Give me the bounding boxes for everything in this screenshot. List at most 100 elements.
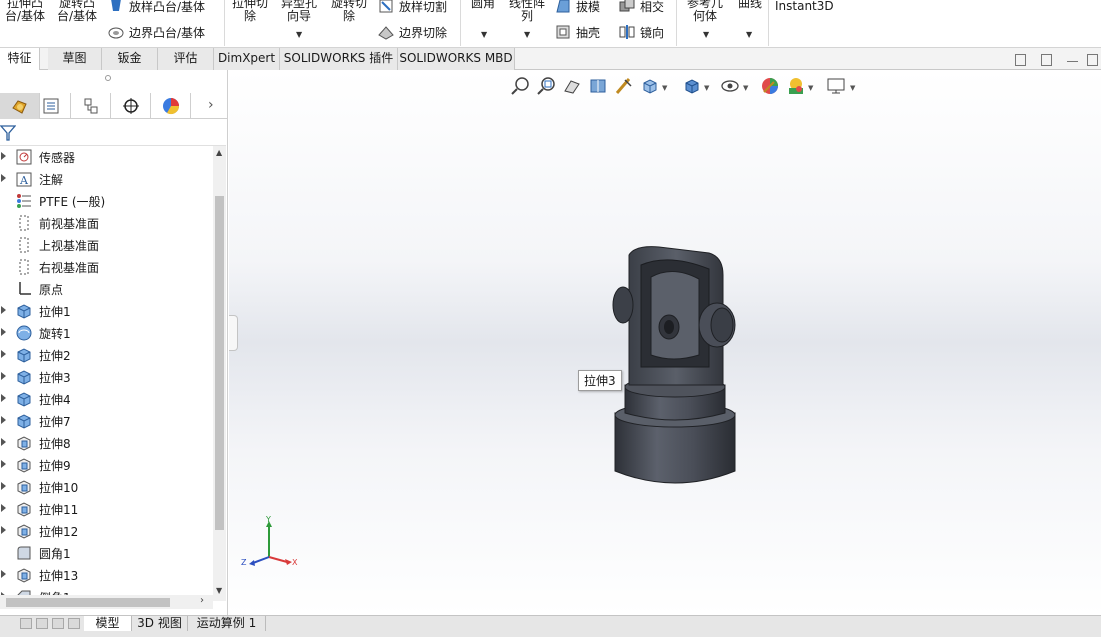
edit-appearance-icon[interactable] <box>760 76 780 96</box>
part-model[interactable] <box>599 235 749 490</box>
tree-item[interactable]: 拉伸11 <box>0 498 213 520</box>
expand-arrow-icon[interactable] <box>1 306 6 314</box>
panel-expand-icon[interactable]: › <box>208 97 214 113</box>
mirror-button[interactable]: 镜向 <box>618 22 664 42</box>
scroll-up-icon[interactable]: ▲ <box>216 148 222 157</box>
tree-item[interactable]: 旋转1 <box>0 322 213 344</box>
previous-tab-icon[interactable] <box>36 618 48 629</box>
tab-model[interactable]: 模型 <box>84 616 132 631</box>
tab-dimxpert[interactable]: DimXpert <box>214 48 280 70</box>
tree-item[interactable]: 拉伸10 <box>0 476 213 498</box>
tab-features[interactable]: 特征 <box>0 48 40 71</box>
hole-wizard-button[interactable]: 异型孔向导 <box>277 0 321 23</box>
tab-solidworks-mbd[interactable]: SOLIDWORKS MBD <box>398 48 515 70</box>
expand-arrow-icon[interactable] <box>1 394 6 402</box>
tree-item[interactable]: 圆角1 <box>0 542 213 564</box>
tab-motion-study[interactable]: 运动算例 1 <box>188 616 266 631</box>
tab-solidworks-addins[interactable]: SOLIDWORKS 插件 <box>280 48 398 70</box>
expand-arrow-icon[interactable] <box>1 372 6 380</box>
expand-arrow-icon[interactable] <box>1 438 6 446</box>
zoom-to-fit-icon[interactable] <box>510 76 530 96</box>
boundary-cut-button[interactable]: 边界切除 <box>377 22 447 42</box>
hole-wizard-dropdown-icon[interactable]: ▼ <box>296 30 302 39</box>
tree-vertical-scrollbar[interactable]: ▲ ▼ <box>213 146 226 601</box>
tree-item[interactable]: 拉伸7 <box>0 410 213 432</box>
extrude-boss-button[interactable]: 拉伸凸台/基体 <box>2 0 48 23</box>
tree-item[interactable]: 原点 <box>0 278 213 300</box>
restore-icon[interactable] <box>1087 54 1098 66</box>
tree-item[interactable]: 拉伸1 <box>0 300 213 322</box>
curves-dropdown-icon[interactable]: ▼ <box>746 30 752 39</box>
view-settings-icon[interactable] <box>826 76 846 96</box>
expand-arrow-icon[interactable] <box>1 460 6 468</box>
expand-arrow-icon[interactable] <box>1 152 6 160</box>
revolve-boss-button[interactable]: 旋转凸台/基体 <box>54 0 100 23</box>
previous-view-icon[interactable] <box>562 76 582 96</box>
draft-button[interactable]: 拔模 <box>554 0 600 16</box>
property-manager-tab[interactable] <box>31 93 71 119</box>
tile-left-icon[interactable] <box>1015 54 1026 66</box>
next-tab-icon[interactable] <box>52 618 64 629</box>
panel-grip-icon[interactable] <box>105 75 111 81</box>
filter-icon[interactable] <box>0 124 16 142</box>
graphics-viewport[interactable]: ▼ ▼ ▼ ▼ ▼ 拉伸3 Y X Z <box>229 70 1101 615</box>
last-tab-icon[interactable] <box>68 618 80 629</box>
dimxpert-manager-tab[interactable] <box>111 93 151 119</box>
scroll-down-icon[interactable]: ▼ <box>216 586 222 595</box>
instant3d-button[interactable]: Instant3D <box>775 0 834 16</box>
tree-item[interactable]: 拉伸8 <box>0 432 213 454</box>
expand-arrow-icon[interactable] <box>1 350 6 358</box>
expand-arrow-icon[interactable] <box>1 526 6 534</box>
view-orientation-dropdown-icon[interactable]: ▼ <box>662 84 667 92</box>
dynamic-annotation-icon[interactable] <box>614 76 634 96</box>
tab-3d-views[interactable]: 3D 视图 <box>132 616 188 631</box>
fillet-button[interactable]: 圆角 <box>466 0 500 10</box>
tree-item[interactable]: PTFE (一般) <box>0 190 213 212</box>
first-tab-icon[interactable] <box>20 618 32 629</box>
expand-arrow-icon[interactable] <box>1 328 6 336</box>
display-style-dropdown-icon[interactable]: ▼ <box>704 84 709 92</box>
curves-button[interactable]: 曲线 <box>733 0 767 10</box>
loft-boss-button[interactable]: 放样凸台/基体 <box>107 0 205 16</box>
linear-pattern-dropdown-icon[interactable]: ▼ <box>524 30 530 39</box>
display-style-icon[interactable] <box>682 76 702 96</box>
tree-item[interactable]: 前视基准面 <box>0 212 213 234</box>
minimize-icon[interactable] <box>1067 54 1078 62</box>
tab-evaluate[interactable]: 评估 <box>158 48 214 70</box>
tree-item[interactable]: 右视基准面 <box>0 256 213 278</box>
tree-item[interactable]: 拉伸4 <box>0 388 213 410</box>
boundary-boss-button[interactable]: 边界凸台/基体 <box>107 22 205 42</box>
view-settings-dropdown-icon[interactable]: ▼ <box>850 84 855 92</box>
tab-sketch[interactable]: 草图 <box>48 48 102 70</box>
tree-item[interactable]: 拉伸12 <box>0 520 213 542</box>
intersect-button[interactable]: 相交 <box>618 0 664 16</box>
expand-arrow-icon[interactable] <box>1 570 6 578</box>
expand-arrow-icon[interactable] <box>1 174 6 182</box>
shell-button[interactable]: 抽壳 <box>554 22 600 42</box>
panel-collapse-handle[interactable] <box>229 315 238 351</box>
hide-show-dropdown-icon[interactable]: ▼ <box>743 84 748 92</box>
configuration-manager-tab[interactable] <box>71 93 111 119</box>
apply-scene-dropdown-icon[interactable]: ▼ <box>808 84 813 92</box>
hide-show-items-icon[interactable] <box>720 76 740 96</box>
tree-hscroll-thumb[interactable] <box>6 598 170 607</box>
display-manager-tab[interactable] <box>151 93 191 119</box>
tree-item[interactable]: 传感器 <box>0 146 213 168</box>
tree-scroll-thumb[interactable] <box>215 196 224 530</box>
view-orientation-icon[interactable] <box>640 76 660 96</box>
scroll-right-icon[interactable]: › <box>200 595 204 606</box>
tree-item[interactable]: 上视基准面 <box>0 234 213 256</box>
expand-arrow-icon[interactable] <box>1 482 6 490</box>
tab-sheet-metal[interactable]: 钣金 <box>102 48 158 70</box>
extrude-cut-button[interactable]: 拉伸切除 <box>228 0 272 23</box>
expand-arrow-icon[interactable] <box>1 504 6 512</box>
expand-arrow-icon[interactable] <box>1 416 6 424</box>
tree-item[interactable]: 拉伸13 <box>0 564 213 586</box>
tile-right-icon[interactable] <box>1041 54 1052 66</box>
revolve-cut-button[interactable]: 旋转切除 <box>326 0 372 23</box>
tree-item[interactable]: 拉伸2 <box>0 344 213 366</box>
tree-horizontal-scrollbar[interactable]: › <box>0 595 213 609</box>
zoom-to-area-icon[interactable] <box>536 76 556 96</box>
tree-item[interactable]: A 注解 <box>0 168 213 190</box>
fillet-dropdown-icon[interactable]: ▼ <box>481 30 487 39</box>
